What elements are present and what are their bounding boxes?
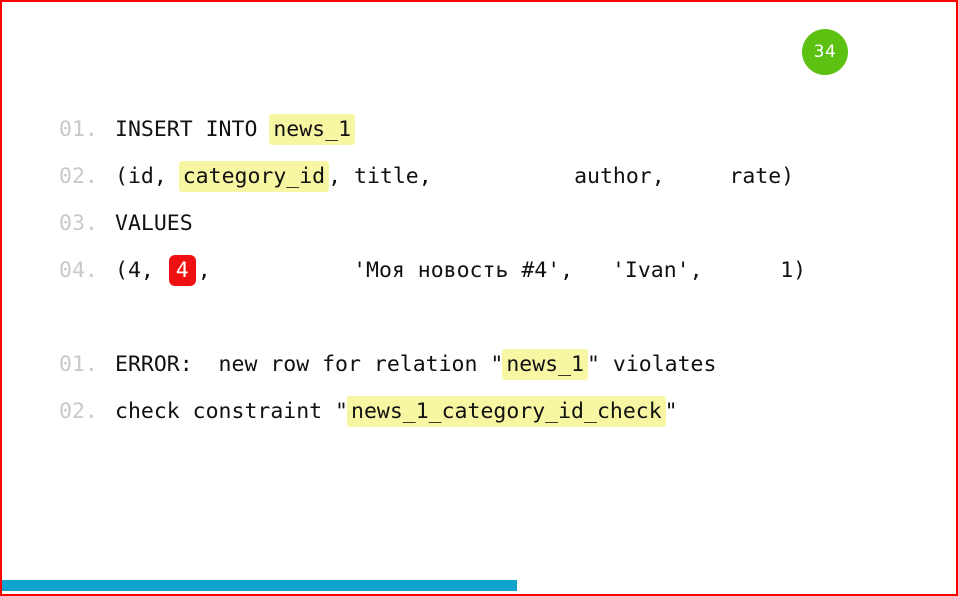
line-number: 02. [59,164,98,189]
code-token: VALUES [115,211,193,236]
slide-number-badge: 34 [802,29,848,75]
code-line-text: ERROR: new row for relation " news_1 " vio… [115,349,717,380]
code-token: , 'Моя новость #4', 'Ivan', 1) [197,258,807,283]
code-token: (id, [115,164,180,189]
code-line-text: (4, 4, 'Моя новость #4', 'Ivan', 1) [115,255,807,286]
code-token: check constraint " [115,399,348,424]
line-number: 01. [59,117,98,142]
line-number: 03. [59,211,98,236]
code-line-text: VALUES [115,211,193,236]
highlighted-token: category_id [178,161,330,192]
slide-progress-fill [2,580,518,591]
code-token: " violates [587,352,717,377]
line-number: 02. [59,399,98,424]
error-highlighted-token: 4 [168,255,196,286]
code-token: (4, [115,258,167,283]
code-token: INSERT INTO [115,117,271,142]
code-line: 04. (4, 4, 'Моя новость #4', 'Ivan', 1) [59,247,806,294]
slide-canvas: 34 01. INSERT INTO news_1 02. (id, category… [0,0,958,596]
code-token: , title, author, rate) [328,164,795,189]
highlighted-token: news_1 [502,349,588,380]
line-number: 01. [59,352,98,377]
sql-code-block: 01. INSERT INTO news_1 02. (id, category_id… [59,106,806,294]
code-line-text: check constraint " news_1_category_id_che… [115,396,678,427]
code-token: ERROR: new row for relation " [115,352,504,377]
code-line: 03. VALUES [59,200,806,247]
code-line: 02. check constraint " news_1_category_id_… [59,388,716,435]
line-number: 04. [59,258,98,283]
code-line: 02. (id, category_id, title, author, rate… [59,153,806,200]
highlighted-token: news_1 [269,114,356,145]
code-token: " [664,399,678,424]
code-line: 01. ERROR: new row for relation " news_1 " … [59,341,716,388]
code-line: 01. INSERT INTO news_1 [59,106,806,153]
slide-progress-track[interactable] [2,580,956,591]
code-line-text: INSERT INTO news_1 [115,114,356,145]
highlighted-token: news_1_category_id_check [347,396,666,427]
error-message-block: 01. ERROR: new row for relation " news_1 " … [59,341,716,435]
code-line-text: (id, category_id, title, author, rate) [115,161,795,192]
